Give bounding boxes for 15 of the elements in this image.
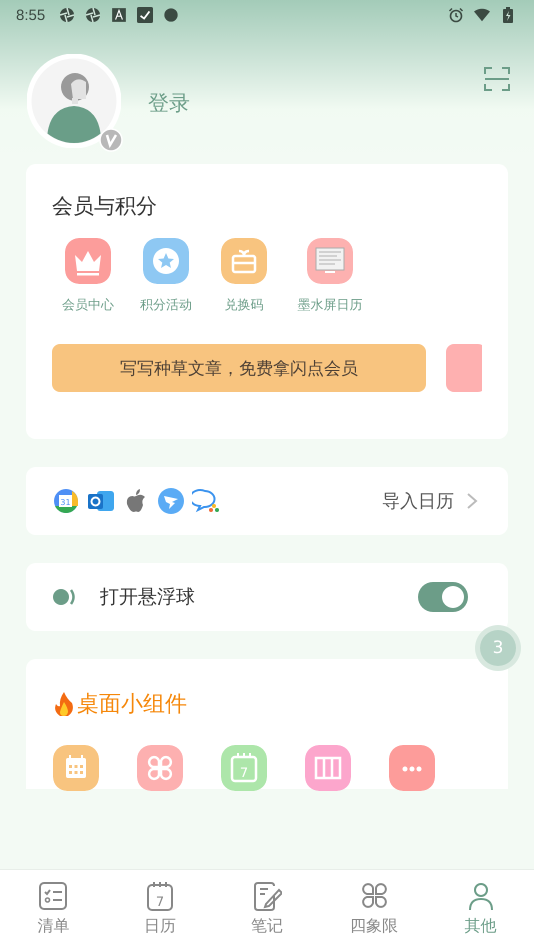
nav-tab[interactable]: 7 日历 [106, 870, 214, 950]
nav-tab[interactable]: 四象限 [320, 870, 428, 950]
nav-tab[interactable]: 清单 [0, 870, 107, 950]
login-link[interactable]: 登录 [148, 89, 484, 117]
nav-tab[interactable]: 笔记 [214, 870, 320, 950]
import-label: 导入日历 [382, 490, 454, 513]
status-time: 8:55 [16, 6, 46, 24]
import-card[interactable]: 31 导入日历 [26, 467, 508, 535]
nav-tab[interactable]: 其他 [427, 870, 534, 950]
section-title: 桌面小组件 [77, 691, 187, 719]
floating-ball[interactable]: 3 [475, 625, 521, 671]
setting-label: 打开悬浮球 [100, 585, 196, 610]
calendar-icon: 31 [52, 487, 80, 515]
promo-banner[interactable]: 写写种草文章，免费拿闪点会员 [52, 344, 426, 392]
card-title: 会员与积分 [52, 193, 158, 220]
